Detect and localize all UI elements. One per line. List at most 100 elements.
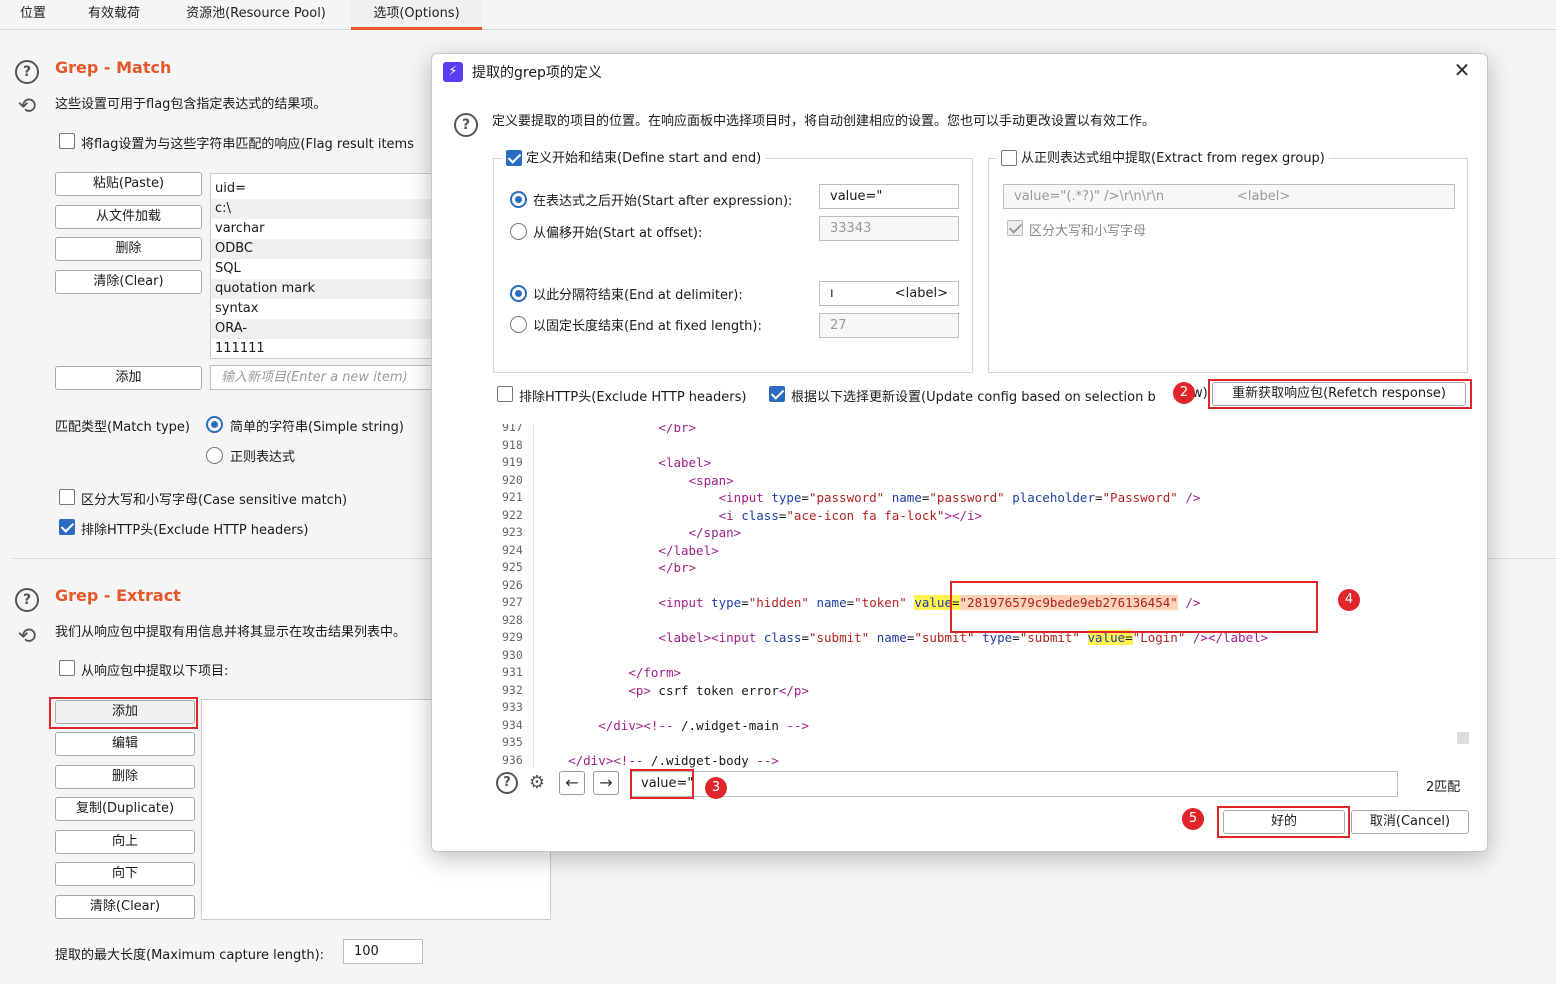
extract-down-button[interactable]: 向下 bbox=[55, 862, 195, 886]
max-length-input[interactable]: 100 bbox=[343, 939, 423, 964]
case-sensitive-checkbox[interactable] bbox=[59, 489, 75, 505]
ok-button[interactable]: 好的 bbox=[1223, 810, 1345, 834]
list-item[interactable]: varchar bbox=[211, 219, 434, 239]
refetch-response-button[interactable]: 重新获取响应包(Refetch response) bbox=[1212, 382, 1466, 406]
list-item[interactable]: quotation mark bbox=[211, 279, 434, 299]
section-divider bbox=[12, 558, 431, 559]
start-after-expression-input[interactable]: value=" bbox=[819, 184, 959, 209]
remove-button[interactable]: 删除 bbox=[55, 237, 202, 261]
delimiter-label-text: <label> bbox=[894, 286, 948, 301]
dialog-exclude-headers-label: 排除HTTP头(Exclude HTTP headers) bbox=[519, 390, 747, 405]
line-number: 925 bbox=[502, 560, 523, 574]
cancel-button[interactable]: 取消(Cancel) bbox=[1351, 810, 1469, 834]
extract-edit-button[interactable]: 编辑 bbox=[55, 732, 195, 756]
extract-add-button[interactable]: 添加 bbox=[55, 700, 195, 724]
regex-value: value="(.*?)" />\r\n\r\n bbox=[1014, 189, 1165, 204]
match-type-label: 匹配类型(Match type) bbox=[55, 420, 190, 435]
code-text: </span> bbox=[688, 525, 742, 540]
match-simple-radio[interactable] bbox=[206, 416, 223, 433]
regex-case-checkbox[interactable] bbox=[1007, 220, 1023, 236]
extract-clear-button[interactable]: 清除(Clear) bbox=[55, 895, 195, 919]
extract-regex-checkbox[interactable] bbox=[1001, 149, 1017, 166]
flag-result-label: 将flag设置为与这些字符串匹配的响应(Flag result items bbox=[81, 137, 414, 152]
code-text: </form> bbox=[628, 665, 681, 680]
list-item[interactable]: uid= bbox=[211, 179, 434, 199]
tab-positions[interactable]: 位置 bbox=[6, 0, 60, 30]
step-badge: 4 bbox=[1338, 589, 1360, 611]
list-item[interactable]: ODBC bbox=[211, 239, 434, 259]
search-input[interactable]: value=" bbox=[630, 771, 1398, 797]
flag-result-checkbox[interactable] bbox=[59, 133, 75, 149]
scrollbar-handle[interactable] bbox=[1457, 732, 1469, 744]
close-icon[interactable]: ✕ bbox=[1450, 58, 1474, 82]
case-sensitive-label: 区分大写和小写字母(Case sensitive match) bbox=[81, 493, 348, 508]
help-icon[interactable]: ? bbox=[496, 772, 518, 794]
list-item[interactable]: 111111 bbox=[211, 339, 434, 358]
code-text: </div><!-- /.widget-body --> bbox=[568, 752, 779, 768]
reset-icon[interactable]: ⟲ bbox=[15, 95, 39, 119]
exclude-headers-checkbox[interactable] bbox=[59, 519, 75, 535]
line-number: 931 bbox=[502, 665, 523, 679]
define-start-end-checkbox[interactable] bbox=[506, 149, 522, 166]
code-text: <input type="password" name="password" p… bbox=[718, 490, 1201, 505]
extract-duplicate-button[interactable]: 复制(Duplicate) bbox=[55, 797, 195, 821]
extract-items-checkbox[interactable] bbox=[59, 660, 75, 676]
update-config-checkbox[interactable] bbox=[769, 386, 785, 402]
start-after-expression-radio[interactable] bbox=[510, 191, 527, 208]
list-item[interactable]: SQL bbox=[211, 259, 434, 279]
reset-icon[interactable]: ⟲ bbox=[15, 625, 39, 649]
line-number: 923 bbox=[502, 525, 523, 539]
max-length-label: 提取的最大长度(Maximum capture length): bbox=[55, 948, 325, 963]
end-fixed-length-radio[interactable] bbox=[510, 316, 527, 333]
help-icon[interactable]: ? bbox=[454, 113, 478, 137]
line-number: 934 bbox=[502, 717, 523, 732]
clear-button[interactable]: 清除(Clear) bbox=[55, 270, 202, 294]
code-text: </label> bbox=[658, 542, 719, 558]
update-config-label: 根据以下选择更新设置(Update config based on select… bbox=[791, 390, 1156, 405]
start-at-offset-radio[interactable] bbox=[510, 223, 527, 240]
delimiter-char: ı bbox=[830, 286, 834, 301]
list-item[interactable]: c:\ bbox=[211, 199, 434, 219]
grep-extract-title: Grep - Extract bbox=[55, 586, 181, 605]
line-number: 936 bbox=[502, 752, 523, 767]
gear-icon[interactable]: ⚙ bbox=[525, 771, 549, 795]
dialog-title: 提取的grep项的定义 bbox=[472, 65, 602, 81]
tab-resource-pool[interactable]: 资源池(Resource Pool) bbox=[168, 0, 344, 30]
extract-remove-button[interactable]: 删除 bbox=[55, 765, 195, 789]
dialog-exclude-headers-checkbox[interactable] bbox=[497, 386, 513, 402]
help-icon[interactable]: ? bbox=[15, 588, 39, 612]
list-item[interactable]: syntax bbox=[211, 299, 434, 319]
tab-payloads[interactable]: 有效载荷 bbox=[72, 0, 156, 30]
tab-options[interactable]: 选项(Options) bbox=[351, 0, 482, 30]
regex-input[interactable]: value="(.*?)" />\r\n\r\n <label> bbox=[1003, 184, 1455, 209]
next-match-button[interactable]: → bbox=[593, 771, 619, 795]
start-offset-input[interactable]: 33343 bbox=[819, 216, 959, 241]
define-start-end-label: 定义开始和结束(Define start and end) bbox=[526, 151, 762, 166]
match-regex-radio[interactable] bbox=[206, 447, 223, 464]
end-delimiter-input[interactable]: ı <label> bbox=[819, 281, 959, 306]
line-number: 927 bbox=[502, 595, 523, 609]
load-from-file-button[interactable]: 从文件加载 bbox=[55, 205, 202, 229]
end-at-delimiter-radio[interactable] bbox=[510, 285, 527, 302]
new-item-input[interactable]: 输入新项目(Enter a new item) bbox=[210, 365, 435, 390]
fixed-length-input[interactable]: 27 bbox=[819, 313, 959, 338]
top-tab-bar: 位置 有效载荷 资源池(Resource Pool) 选项(Options) bbox=[0, 0, 1556, 30]
match-items-list[interactable]: uid= c:\ varchar ODBC SQL quotation mark… bbox=[210, 173, 435, 359]
line-number: 918 bbox=[502, 437, 523, 452]
help-icon[interactable]: ? bbox=[15, 60, 39, 84]
previous-match-button[interactable]: ← bbox=[559, 771, 585, 795]
match-regex-label: 正则表达式 bbox=[230, 450, 296, 465]
paste-button[interactable]: 粘贴(Paste) bbox=[55, 172, 202, 196]
start-end-legend: 定义开始和结束(Define start and end) bbox=[502, 147, 766, 167]
add-item-button[interactable]: 添加 bbox=[55, 366, 202, 390]
line-number: 920 bbox=[502, 472, 523, 487]
extract-items-label: 从响应包中提取以下项目: bbox=[81, 664, 229, 679]
response-code-viewer[interactable]: 917 </br> 918 919 <label> 920 <span> 921 <in… bbox=[494, 424, 1472, 768]
start-at-offset-label: 从偏移开始(Start at offset): bbox=[533, 226, 703, 241]
step-badge: 2 bbox=[1173, 382, 1195, 404]
list-item[interactable]: ORA- bbox=[211, 319, 434, 339]
code-text: <i class="ace-icon fa fa-lock"></i> bbox=[718, 507, 983, 523]
extract-up-button[interactable]: 向上 bbox=[55, 830, 195, 854]
extract-regex-label: 从正则表达式组中提取(Extract from regex group) bbox=[1021, 151, 1325, 166]
burp-logo-icon: ⚡ bbox=[443, 62, 463, 82]
